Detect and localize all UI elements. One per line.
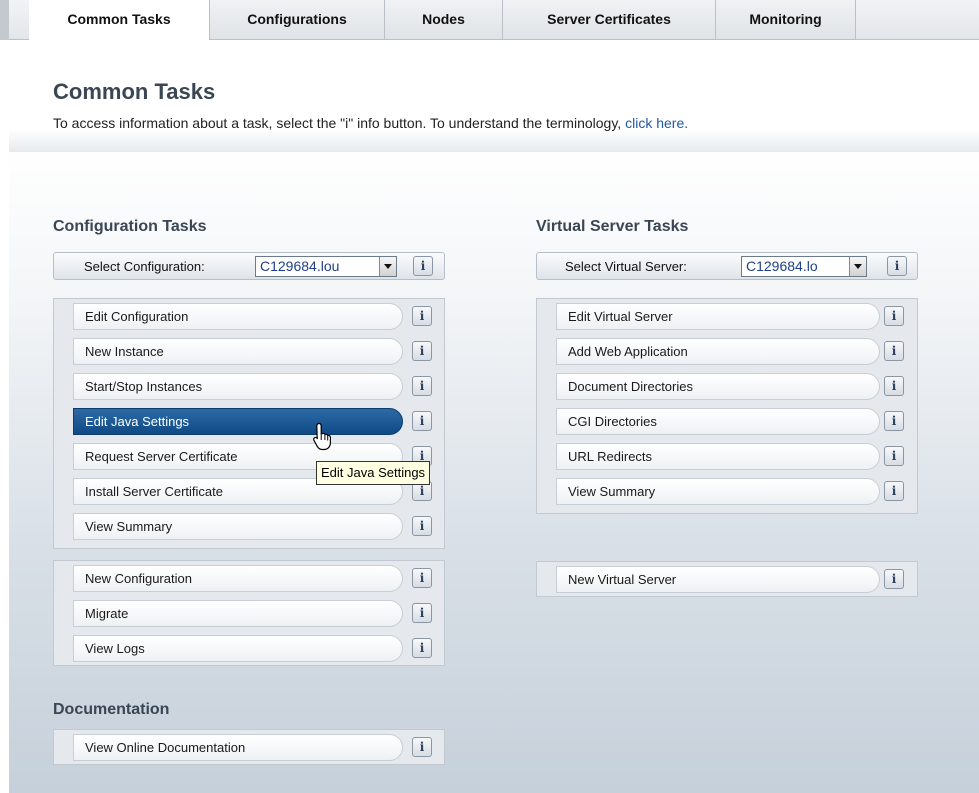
task-row: Edit Java Settings i bbox=[54, 404, 444, 439]
page-description-text: To access information about a task, sele… bbox=[53, 115, 626, 131]
info-icon[interactable]: i bbox=[412, 603, 432, 623]
virtual-server-task-group: Edit Virtual Server i Add Web Application i… bbox=[536, 298, 918, 514]
info-icon[interactable]: i bbox=[884, 411, 904, 431]
new-configuration-button[interactable]: New Configuration bbox=[73, 565, 403, 592]
configuration-select[interactable]: C129684.lou bbox=[255, 256, 397, 277]
task-row: New Virtual Server i bbox=[537, 562, 917, 597]
cgi-directories-button[interactable]: CGI Directories bbox=[556, 408, 880, 435]
task-row: CGI Directories i bbox=[537, 404, 917, 439]
edit-java-settings-button[interactable]: Edit Java Settings bbox=[73, 408, 403, 435]
info-icon[interactable]: i bbox=[412, 306, 432, 326]
virtual-server-selector: Select Virtual Server: C129684.lo i bbox=[536, 252, 918, 280]
task-row: Add Web Application i bbox=[537, 334, 917, 369]
edit-virtual-server-button[interactable]: Edit Virtual Server bbox=[556, 303, 880, 330]
page-title: Common Tasks bbox=[53, 79, 216, 104]
new-instance-button[interactable]: New Instance bbox=[73, 338, 403, 365]
task-row: View Summary i bbox=[537, 474, 917, 509]
task-row: URL Redirects i bbox=[537, 439, 917, 474]
edit-configuration-button[interactable]: Edit Configuration bbox=[73, 303, 403, 330]
info-icon[interactable]: i bbox=[412, 516, 432, 536]
info-icon[interactable]: i bbox=[412, 568, 432, 588]
documentation-group: View Online Documentation i bbox=[53, 729, 445, 765]
task-row: Edit Configuration i bbox=[54, 299, 444, 334]
info-icon[interactable]: i bbox=[412, 376, 432, 396]
virtual-server-create-group: New Virtual Server i bbox=[536, 561, 918, 597]
configuration-admin-group: New Configuration i Migrate i View Logs i bbox=[53, 560, 445, 666]
task-row: Migrate i bbox=[54, 596, 444, 631]
task-row: Edit Virtual Server i bbox=[537, 299, 917, 334]
info-icon[interactable]: i bbox=[884, 481, 904, 501]
chevron-down-icon[interactable] bbox=[379, 257, 396, 276]
virtual-server-select[interactable]: C129684.lo bbox=[741, 256, 867, 277]
tab-common-tasks[interactable]: Common Tasks bbox=[29, 0, 210, 40]
info-icon[interactable]: i bbox=[884, 446, 904, 466]
new-virtual-server-button[interactable]: New Virtual Server bbox=[556, 566, 880, 593]
tab-monitoring[interactable]: Monitoring bbox=[716, 0, 856, 39]
tab-configurations[interactable]: Configurations bbox=[210, 0, 385, 39]
view-logs-button[interactable]: View Logs bbox=[73, 635, 403, 662]
task-row: New Instance i bbox=[54, 334, 444, 369]
hand-pointer-icon bbox=[313, 422, 331, 451]
migrate-button[interactable]: Migrate bbox=[73, 600, 403, 627]
tooltip: Edit Java Settings bbox=[316, 461, 431, 485]
page-description: To access information about a task, sele… bbox=[53, 115, 688, 131]
view-online-documentation-button[interactable]: View Online Documentation bbox=[73, 734, 403, 761]
info-icon[interactable]: i bbox=[412, 341, 432, 361]
configuration-selector: Select Configuration: C129684.lou i bbox=[53, 252, 445, 280]
info-icon[interactable]: i bbox=[884, 569, 904, 589]
select-configuration-label: Select Configuration: bbox=[84, 259, 205, 274]
virtual-server-tasks-title: Virtual Server Tasks bbox=[536, 218, 689, 235]
url-redirects-button[interactable]: URL Redirects bbox=[556, 443, 880, 470]
select-virtual-server-label: Select Virtual Server: bbox=[565, 259, 687, 274]
tab-bar-edge bbox=[0, 0, 9, 40]
task-row: View Logs i bbox=[54, 631, 444, 666]
start-stop-instances-button[interactable]: Start/Stop Instances bbox=[73, 373, 403, 400]
configuration-select-value: C129684.lou bbox=[260, 258, 340, 274]
documentation-title: Documentation bbox=[53, 701, 170, 718]
view-summary-button[interactable]: View Summary bbox=[73, 513, 403, 540]
view-summary-button[interactable]: View Summary bbox=[556, 478, 880, 505]
chevron-down-icon[interactable] bbox=[849, 257, 866, 276]
info-icon[interactable]: i bbox=[887, 256, 907, 276]
task-row: View Online Documentation i bbox=[54, 730, 444, 765]
info-icon[interactable]: i bbox=[413, 256, 433, 276]
task-row: Start/Stop Instances i bbox=[54, 369, 444, 404]
terminology-link[interactable]: click here. bbox=[625, 115, 688, 131]
configuration-tasks-title: Configuration Tasks bbox=[53, 218, 207, 235]
info-icon[interactable]: i bbox=[412, 737, 432, 757]
info-icon[interactable]: i bbox=[412, 638, 432, 658]
task-row: View Summary i bbox=[54, 509, 444, 544]
document-directories-button[interactable]: Document Directories bbox=[556, 373, 880, 400]
info-icon[interactable]: i bbox=[884, 306, 904, 326]
tab-nodes[interactable]: Nodes bbox=[385, 0, 503, 39]
info-icon[interactable]: i bbox=[412, 411, 432, 431]
configuration-task-group: Edit Configuration i New Instance i Start/St… bbox=[53, 298, 445, 549]
add-web-application-button[interactable]: Add Web Application bbox=[556, 338, 880, 365]
task-row: Document Directories i bbox=[537, 369, 917, 404]
virtual-server-select-value: C129684.lo bbox=[746, 258, 818, 274]
task-row: New Configuration i bbox=[54, 561, 444, 596]
tab-bar: Common Tasks Configurations Nodes Server… bbox=[0, 0, 979, 40]
info-icon[interactable]: i bbox=[884, 376, 904, 396]
tab-server-certificates[interactable]: Server Certificates bbox=[503, 0, 716, 39]
info-icon[interactable]: i bbox=[884, 341, 904, 361]
